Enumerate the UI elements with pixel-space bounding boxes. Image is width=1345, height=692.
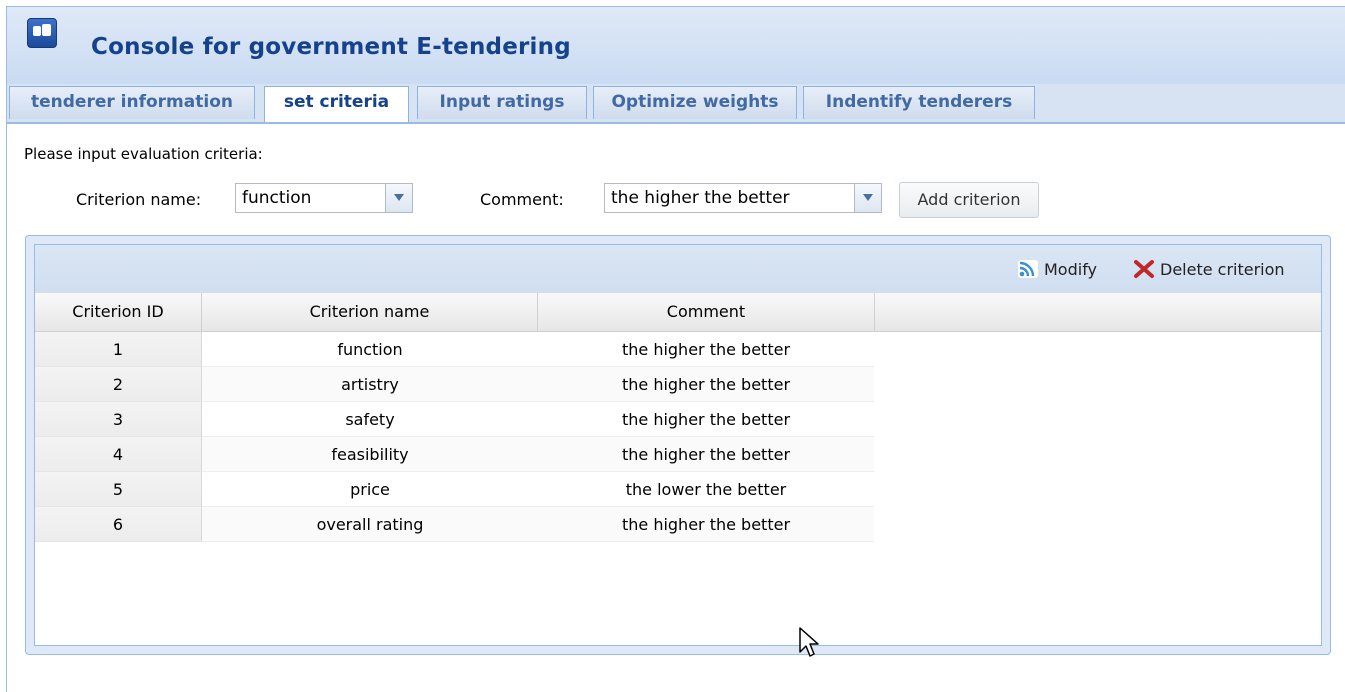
tab-optimize-weights[interactable]: Optimize weights [593, 86, 797, 119]
comment-value: the higher the better [611, 188, 790, 208]
cell-criterion-id: 2 [35, 367, 202, 402]
cell-criterion-name: overall rating [202, 507, 538, 542]
cell-comment: the higher the better [538, 332, 874, 367]
cell-criterion-name: function [202, 332, 538, 367]
delete-criterion-button[interactable]: Delete criterion [1133, 258, 1285, 280]
cell-comment: the lower the better [538, 472, 874, 507]
table-row[interactable]: 5 price the lower the better [35, 472, 875, 507]
criterion-name-value: function [242, 188, 312, 208]
cell-criterion-id: 1 [35, 332, 202, 367]
tab-tenderer-information[interactable]: tenderer information [9, 86, 255, 119]
comment-label: Comment: [480, 190, 564, 209]
table-row[interactable]: 6 overall rating the higher the better [35, 507, 875, 542]
criterion-name-label: Criterion name: [76, 190, 202, 209]
modify-label: Modify [1044, 259, 1098, 279]
form-prompt: Please input evaluation criteria: [24, 145, 263, 163]
tab-identify-tenderers[interactable]: Indentify tenderers [803, 86, 1035, 119]
chevron-down-icon[interactable] [385, 184, 412, 212]
cell-criterion-name: price [202, 472, 538, 507]
rss-icon [1018, 260, 1038, 278]
red-x-icon [1134, 260, 1154, 278]
chevron-down-icon[interactable] [854, 184, 881, 212]
cell-criterion-name: feasibility [202, 437, 538, 472]
cell-criterion-name: safety [202, 402, 538, 437]
table-row[interactable]: 3 safety the higher the better [35, 402, 875, 437]
criterion-name-combo[interactable]: function [235, 183, 413, 213]
cell-criterion-id: 6 [35, 507, 202, 542]
column-header-comment[interactable]: Comment [538, 293, 875, 331]
grid-toolbar: Modify Delete criterion [35, 245, 1321, 294]
mouse-pointer-icon [799, 627, 819, 657]
tab-input-ratings[interactable]: Input ratings [417, 86, 587, 119]
cell-comment: the higher the better [538, 402, 874, 437]
cell-comment: the higher the better [538, 437, 874, 472]
app-logo-icon [27, 18, 57, 48]
cell-comment: the higher the better [538, 507, 874, 542]
cell-criterion-name: artistry [202, 367, 538, 402]
app-header: Console for government E-tendering [7, 7, 1345, 86]
table-row[interactable]: 4 feasibility the higher the better [35, 437, 875, 472]
criteria-grid: Modify Delete criterion Criterion ID Cri… [34, 244, 1322, 646]
column-header-criterion-name[interactable]: Criterion name [202, 293, 538, 331]
cell-criterion-id: 3 [35, 402, 202, 437]
table-row[interactable]: 1 function the higher the better [35, 332, 875, 367]
criteria-grid-panel: Modify Delete criterion Criterion ID Cri… [25, 235, 1331, 655]
tab-strip: tenderer information set criteria Input … [7, 84, 1345, 124]
grid-header: Criterion ID Criterion name Comment [35, 293, 1321, 332]
cell-criterion-id: 5 [35, 472, 202, 507]
app-title: Console for government E-tendering [91, 34, 571, 60]
delete-criterion-label: Delete criterion [1160, 259, 1285, 279]
column-header-criterion-id[interactable]: Criterion ID [35, 293, 202, 331]
cell-criterion-id: 4 [35, 437, 202, 472]
cell-comment: the higher the better [538, 367, 874, 402]
comment-combo[interactable]: the higher the better [604, 183, 882, 213]
add-criterion-button[interactable]: Add criterion [899, 182, 1039, 218]
tab-set-criteria[interactable]: set criteria [264, 86, 409, 122]
modify-button[interactable]: Modify [1017, 258, 1097, 280]
table-row[interactable]: 2 artistry the higher the better [35, 367, 875, 402]
